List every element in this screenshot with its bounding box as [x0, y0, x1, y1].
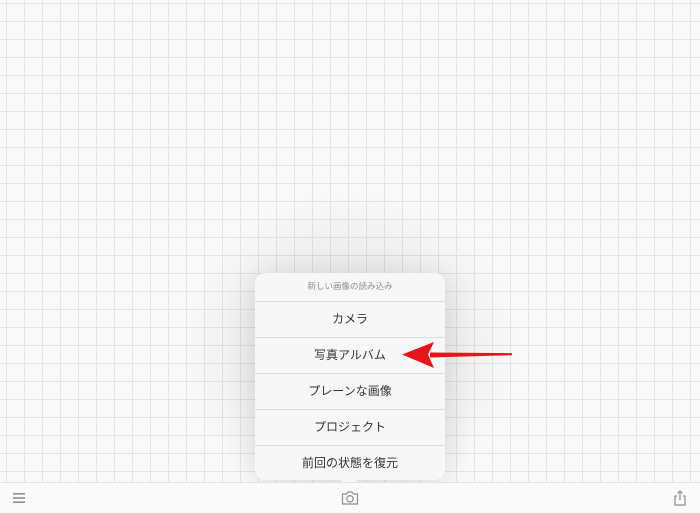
- hamburger-menu-icon[interactable]: [11, 489, 29, 507]
- arrow-shaft: [430, 352, 512, 358]
- arrow-head: [402, 342, 434, 368]
- import-image-popover: 新しい画像の読み込み カメラ 写真アルバム プレーンな画像 プロジェクト 前回の…: [255, 273, 445, 480]
- popover-title: 新しい画像の読み込み: [255, 273, 445, 302]
- menu-item-camera[interactable]: カメラ: [255, 302, 445, 338]
- menu-item-plain-image[interactable]: プレーンな画像: [255, 374, 445, 410]
- red-arrow-annotation-icon: [402, 342, 512, 368]
- bottom-toolbar: [0, 482, 700, 513]
- camera-icon[interactable]: [340, 489, 360, 507]
- menu-item-project[interactable]: プロジェクト: [255, 410, 445, 446]
- share-icon[interactable]: [671, 489, 689, 507]
